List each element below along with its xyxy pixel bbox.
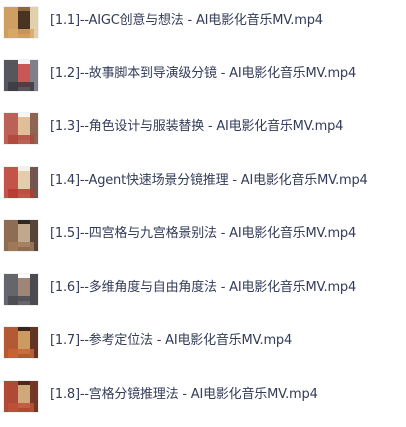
file-name-label[interactable]: [1.8]--宫格分镜推理法 - AI电影化音乐MV.mp4 [50,386,318,404]
video-thumbnail-icon [4,274,38,305]
file-name-label[interactable]: [1.5]--四宫格与九宫格景别法 - AI电影化音乐MV.mp4 [50,225,356,243]
video-thumbnail-icon [4,167,38,198]
list-item[interactable]: [1.3]--角色设计与服装替换 - AI电影化音乐MV.mp4 [0,109,406,159]
video-thumbnail-icon [4,381,38,412]
file-name-label[interactable]: [1.1]--AIGC创意与想法 - AI电影化音乐MV.mp4 [50,12,323,30]
list-item[interactable]: [1.4]--Agent快速场景分镜推理 - AI电影化音乐MV.mp4 [0,163,406,213]
list-item[interactable]: [1.2]--故事脚本到导演级分镜 - AI电影化音乐MV.mp4 [0,56,406,106]
list-item[interactable]: [1.5]--四宫格与九宫格景别法 - AI电影化音乐MV.mp4 [0,216,406,266]
video-thumbnail-icon [4,60,38,91]
video-thumbnail-icon [4,220,38,251]
file-name-label[interactable]: [1.2]--故事脚本到导演级分镜 - AI电影化音乐MV.mp4 [50,65,356,83]
file-name-label[interactable]: [1.3]--角色设计与服装替换 - AI电影化音乐MV.mp4 [50,118,343,136]
file-name-label[interactable]: [1.7]--参考定位法 - AI电影化音乐MV.mp4 [50,332,292,350]
list-item[interactable]: [1.7]--参考定位法 - AI电影化音乐MV.mp4 [0,323,406,373]
list-item[interactable]: [1.1]--AIGC创意与想法 - AI电影化音乐MV.mp4 [0,3,406,53]
file-name-label[interactable]: [1.4]--Agent快速场景分镜推理 - AI电影化音乐MV.mp4 [50,172,368,190]
video-thumbnail-icon [4,113,38,144]
list-item[interactable]: [1.8]--宫格分镜推理法 - AI电影化音乐MV.mp4 [0,377,406,427]
file-name-label[interactable]: [1.6]--多维角度与自由角度法 - AI电影化音乐MV.mp4 [50,279,356,297]
video-file-list: [1.1]--AIGC创意与想法 - AI电影化音乐MV.mp4 [1.2]--故… [0,0,406,427]
video-thumbnail-icon [4,7,38,38]
video-thumbnail-icon [4,327,38,358]
list-item[interactable]: [1.6]--多维角度与自由角度法 - AI电影化音乐MV.mp4 [0,270,406,320]
